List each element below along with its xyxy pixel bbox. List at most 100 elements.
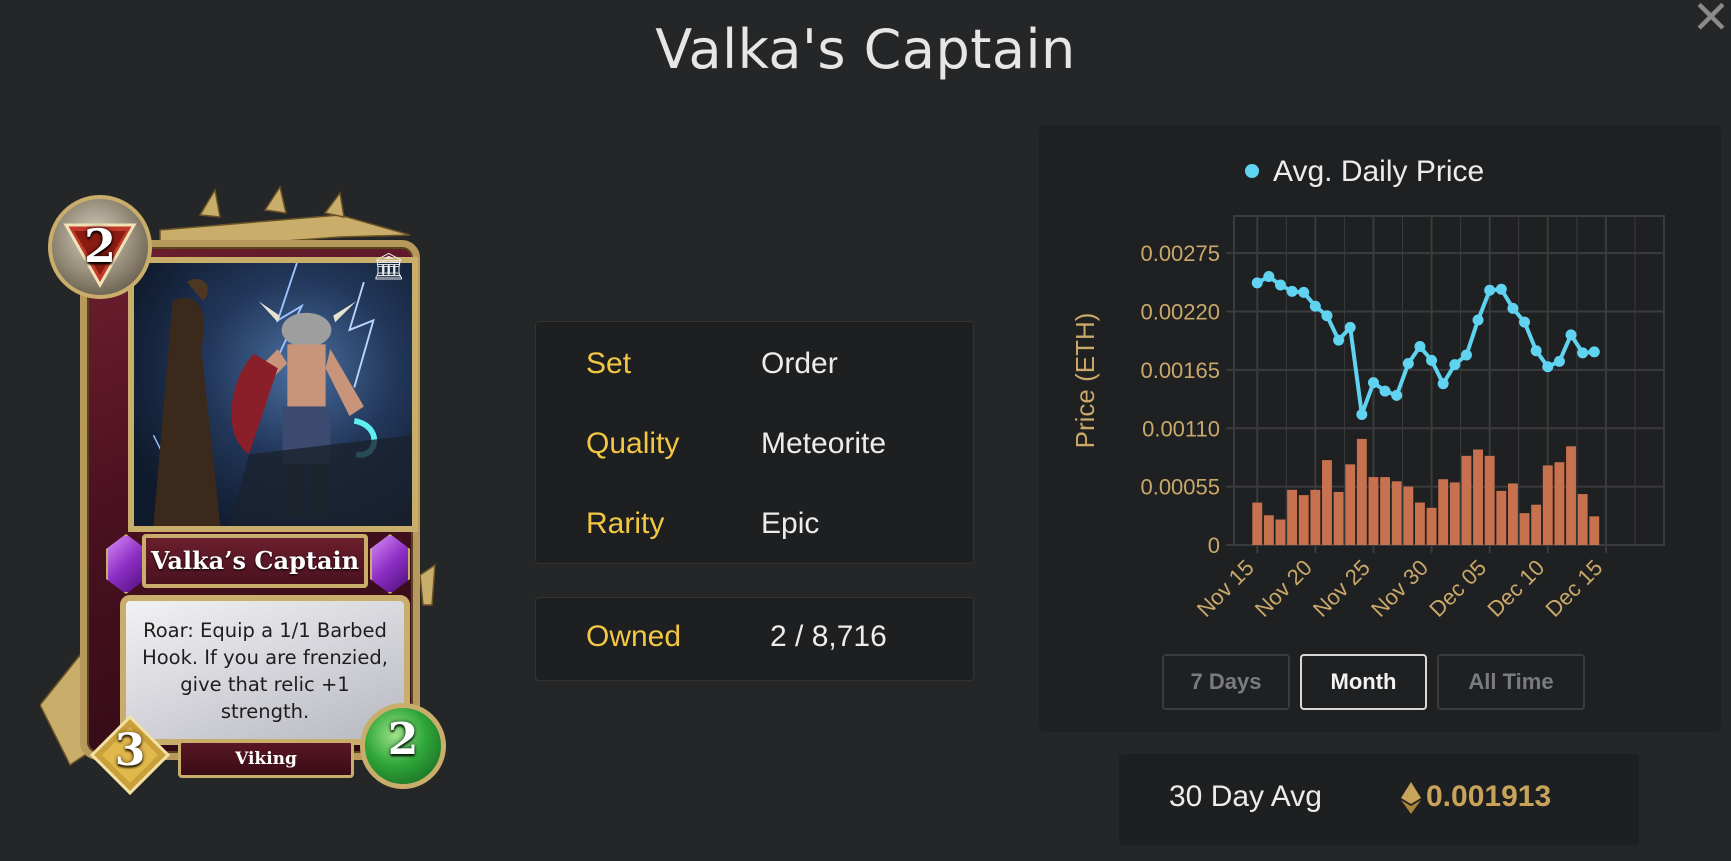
x-tick-label: Nov 20 xyxy=(1250,555,1317,622)
price-point xyxy=(1274,279,1286,291)
volume-bar xyxy=(1415,502,1425,545)
legend-marker xyxy=(1245,164,1259,178)
volume-bar xyxy=(1345,464,1356,545)
range-7-days-button[interactable]: 7 Days xyxy=(1162,654,1290,710)
avg-value: 0.001913 xyxy=(1426,780,1552,813)
health-gem: 2 xyxy=(360,703,446,789)
range-month-button[interactable]: Month xyxy=(1300,654,1427,710)
x-tick-label: Dec 10 xyxy=(1482,555,1549,622)
price-point xyxy=(1309,300,1321,312)
volume-bar xyxy=(1322,460,1332,545)
volume-bar xyxy=(1507,483,1518,545)
ethereum-icon xyxy=(1401,782,1421,814)
volume-bar xyxy=(1380,477,1391,545)
price-point xyxy=(1530,345,1542,357)
info-key: Quality xyxy=(586,427,680,460)
owned-label: Owned xyxy=(586,620,682,653)
volume-bar xyxy=(1310,489,1321,545)
owned-box: Owned 2 / 8,716 xyxy=(535,597,974,681)
volume-bar xyxy=(1287,489,1298,545)
price-point xyxy=(1519,316,1531,328)
viking-artwork xyxy=(152,263,412,526)
price-chart: 0 0.00055 0.00110 0.00165 0.00220 0.00275 Nov … xyxy=(1070,155,1665,622)
mana-cost-gem: 2 xyxy=(48,195,152,299)
price-chart-panel: 0 0.00055 0.00110 0.00165 0.00220 0.00275 Nov … xyxy=(1039,125,1721,732)
price-point xyxy=(1460,349,1472,361)
info-value: Epic xyxy=(761,507,820,540)
y-tick-label: 0.00220 xyxy=(1140,300,1220,325)
info-key: Set xyxy=(586,347,632,380)
volume-bar xyxy=(1473,449,1483,545)
y-axis-label: Price (ETH) xyxy=(1070,313,1100,449)
close-icon[interactable]: ✕ xyxy=(1691,0,1731,40)
x-tick-label: Nov 25 xyxy=(1308,555,1375,622)
price-point xyxy=(1402,358,1414,370)
price-point xyxy=(1437,378,1449,390)
price-point xyxy=(1414,341,1426,353)
info-value: Meteorite xyxy=(761,427,887,460)
owned-value: 2 / 8,716 xyxy=(770,620,887,653)
x-tick-label: Dec 15 xyxy=(1540,555,1607,622)
price-point xyxy=(1367,377,1379,389)
price-point xyxy=(1426,354,1438,366)
price-point xyxy=(1507,302,1519,314)
legend-label: Avg. Daily Price xyxy=(1273,155,1484,188)
volume-bar xyxy=(1252,502,1263,545)
tribe-label: Viking xyxy=(178,740,354,778)
price-point xyxy=(1251,277,1263,289)
range-all-time-button[interactable]: All Time xyxy=(1437,654,1585,710)
price-point xyxy=(1495,283,1507,295)
volume-bar xyxy=(1391,481,1402,545)
relic-icon: 🏛 xyxy=(372,251,406,281)
x-tick-label: Nov 30 xyxy=(1366,555,1433,622)
thirty-day-average: 30 Day Avg 0.001913 xyxy=(1119,754,1639,845)
price-point xyxy=(1321,310,1333,322)
volume-bar xyxy=(1333,491,1344,545)
y-tick-label: 0.00110 xyxy=(1142,416,1220,441)
attack-gem: 3 xyxy=(90,715,170,795)
volume-bar xyxy=(1531,504,1542,545)
volume-bar xyxy=(1449,482,1460,545)
y-tick-label: 0.00275 xyxy=(1140,241,1220,266)
volume-bar xyxy=(1356,438,1367,545)
price-point xyxy=(1484,284,1496,296)
page-title: Valka's Captain xyxy=(655,18,1076,81)
price-point xyxy=(1298,286,1310,298)
price-point xyxy=(1542,361,1554,373)
volume-bar xyxy=(1426,507,1437,545)
price-point xyxy=(1356,408,1368,420)
price-point xyxy=(1565,329,1577,341)
price-point xyxy=(1344,321,1356,333)
price-point xyxy=(1286,285,1298,297)
card-art xyxy=(128,257,418,532)
volume-bar xyxy=(1554,462,1565,545)
volume-bar xyxy=(1438,479,1449,545)
info-key: Rarity xyxy=(586,507,665,540)
avg-label: 30 Day Avg xyxy=(1169,780,1322,813)
volume-bar xyxy=(1403,486,1414,545)
left-purple-gem-icon xyxy=(106,534,146,594)
plot-frame xyxy=(1233,215,1665,546)
x-tick-label: Nov 15 xyxy=(1192,555,1259,622)
volume-bar xyxy=(1484,455,1495,545)
volume-bar xyxy=(1519,513,1530,545)
card-info-table: Set Order Quality Meteorite Rarity Epic xyxy=(535,321,974,564)
card-name-banner: Valka’s Captain xyxy=(90,530,420,594)
info-value: Order xyxy=(761,347,838,380)
mana-cost: 2 xyxy=(83,219,116,273)
volume-bar xyxy=(1577,494,1588,545)
price-line xyxy=(1256,274,1595,416)
y-tick-label: 0.00055 xyxy=(1140,475,1220,500)
price-point xyxy=(1333,334,1345,346)
price-point xyxy=(1263,270,1275,282)
volume-bar xyxy=(1275,519,1286,545)
x-tick-label: Dec 05 xyxy=(1424,555,1491,622)
y-tick-label: 0.00165 xyxy=(1140,358,1220,383)
price-point xyxy=(1588,346,1600,358)
card-name: Valka’s Captain xyxy=(142,534,368,588)
right-purple-gem-icon xyxy=(370,534,410,594)
price-point xyxy=(1577,347,1589,359)
volume-bar xyxy=(1589,516,1600,545)
volume-bar xyxy=(1298,495,1309,545)
attack-value: 3 xyxy=(114,725,146,776)
